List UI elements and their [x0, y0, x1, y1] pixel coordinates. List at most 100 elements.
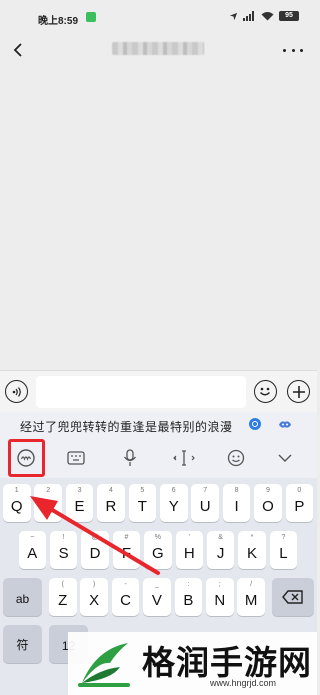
backspace-icon [282, 590, 303, 604]
key-secondary-label: * [250, 534, 254, 541]
text-cursor-icon [173, 450, 195, 466]
voice-input-button[interactable] [5, 380, 28, 403]
key-secondary-label: / [250, 581, 253, 588]
key-secondary-label: ) [92, 581, 96, 588]
more-dot-icon [291, 48, 295, 52]
key-f[interactable]: # F [112, 531, 141, 569]
key-label: W [41, 498, 56, 515]
key-secondary-label: : [187, 581, 190, 588]
cursor-move-button[interactable] [171, 446, 197, 470]
symbols-key[interactable]: 符 [3, 625, 42, 663]
key-secondary-label: ~ [30, 534, 35, 541]
key-h[interactable]: ' H [175, 531, 203, 569]
key-o[interactable]: 9O [254, 484, 282, 522]
keyboard-icon [67, 451, 85, 465]
key-label: E [74, 498, 85, 515]
key-secondary-label: 3 [77, 487, 82, 494]
key-secondary-label: 2 [46, 487, 51, 494]
key-k[interactable]: * K [238, 531, 266, 569]
chat-header [0, 30, 317, 70]
key-label: N [214, 592, 226, 609]
key-label: D [89, 545, 101, 562]
back-button[interactable] [6, 38, 30, 62]
key-label: ab [15, 592, 30, 606]
key-y[interactable]: 6Y [160, 484, 188, 522]
message-input[interactable] [36, 376, 246, 408]
status-bar: 晚上8:59 95 [0, 0, 317, 30]
emoji-button[interactable] [254, 380, 277, 403]
voice-typing-button[interactable] [117, 446, 143, 470]
key-g[interactable]: % G [144, 531, 172, 569]
key-label: G [152, 545, 164, 562]
suggestion-candidate[interactable]: 经过了兜兜转转的重逢是最特别的浪漫 [20, 418, 233, 435]
key-label: P [294, 498, 305, 515]
key-label: L [279, 545, 288, 562]
more-dot-icon [300, 48, 303, 52]
key-label: Y [168, 498, 179, 515]
key-l[interactable]: ? L [269, 531, 298, 569]
key-secondary-label: @ [91, 534, 99, 541]
key-i[interactable]: 8I [222, 484, 251, 522]
key-secondary-label: 5 [140, 487, 145, 494]
chat-message-area[interactable] [0, 70, 317, 370]
key-secondary-label: - [124, 581, 127, 588]
message-input-bar [0, 370, 317, 412]
key-secondary-label: 0 [297, 487, 302, 494]
chevron-down-icon [278, 454, 292, 462]
keyboard-switch-button[interactable] [63, 446, 89, 470]
watermark-url: www.hngrjd.com [210, 678, 277, 688]
key-x[interactable]: ) X [80, 578, 108, 616]
backspace-key[interactable] [272, 578, 314, 616]
chevron-left-icon [13, 43, 22, 57]
key-w[interactable]: 2W [34, 484, 62, 522]
key-d[interactable]: @ D [81, 531, 109, 569]
key-c[interactable]: -C [111, 578, 140, 616]
key-v[interactable]: _ V [143, 578, 171, 616]
more-options-button[interactable] [283, 42, 303, 58]
key-a[interactable]: ~ A [18, 531, 46, 569]
key-secondary-label: # [124, 534, 129, 541]
key-z[interactable]: (Z [49, 578, 77, 616]
key-secondary-label: & [218, 534, 223, 541]
add-attachment-button[interactable] [287, 380, 310, 403]
key-q[interactable]: 1Q [3, 484, 31, 522]
key-e[interactable]: 3E [65, 484, 94, 522]
key-label: Q [10, 498, 23, 515]
signal-icon [243, 11, 254, 21]
voice-wave-icon [12, 386, 21, 397]
emoji-icon [227, 449, 245, 467]
shift-key[interactable]: ab [3, 578, 42, 616]
keyboard-suggestion-bar: 经过了兜兜转转的重逢是最特别的浪漫 [0, 412, 317, 438]
mascot-icon[interactable] [278, 419, 292, 430]
key-n[interactable]: ; N [206, 578, 234, 616]
watermark-title: 格润手游网 [142, 643, 312, 682]
key-label: J [216, 545, 225, 562]
key-label: I [234, 498, 239, 515]
key-r[interactable]: 4R [97, 484, 125, 522]
key-u[interactable]: 7U [191, 484, 219, 522]
key-b[interactable]: :B [174, 578, 203, 616]
wechat-notification-icon [86, 12, 96, 22]
key-secondary-label: ( [61, 581, 64, 588]
key-secondary-label: 7 [203, 487, 208, 494]
key-p[interactable]: 0P [285, 484, 314, 522]
location-icon [229, 12, 238, 20]
emoji-panel-button[interactable] [223, 446, 249, 470]
key-label: X [89, 592, 100, 609]
highlight-box [8, 439, 45, 477]
more-dot-icon [283, 48, 286, 52]
key-j[interactable]: & J [206, 531, 235, 569]
key-secondary-label: 6 [171, 487, 176, 494]
key-s[interactable]: ! S [49, 531, 78, 569]
chat-title-blurred [112, 42, 204, 55]
key-label: M [244, 592, 258, 609]
key-label: S [58, 545, 69, 562]
key-secondary-label: % [154, 534, 161, 541]
status-indicators: 95 [229, 11, 299, 21]
key-t[interactable]: 5T [128, 484, 157, 522]
key-secondary-label: 4 [108, 487, 113, 494]
key-label: R [105, 498, 117, 515]
collapse-keyboard-button[interactable] [272, 446, 298, 470]
key-m[interactable]: / M [237, 578, 265, 616]
search-suggestion-icon[interactable] [249, 418, 261, 430]
